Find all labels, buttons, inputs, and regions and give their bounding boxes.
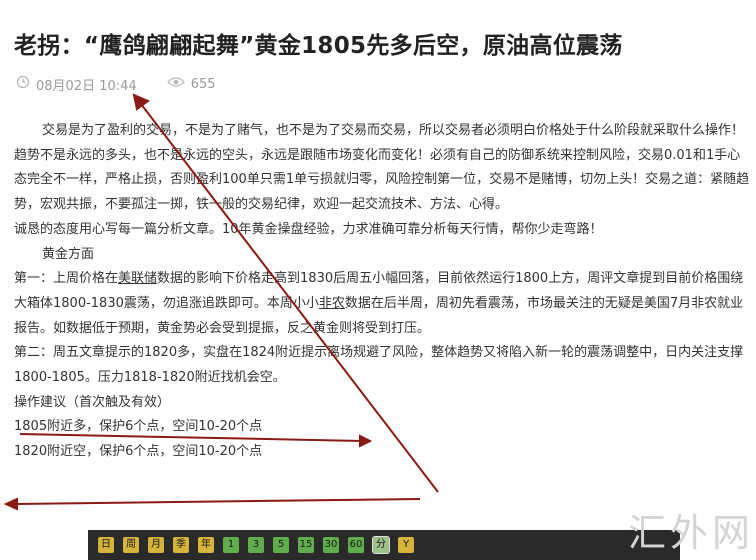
period-button[interactable]: 30 [323, 537, 339, 553]
period-button[interactable]: 15 [298, 537, 314, 553]
chart-period-toolbar: 日周月季年 1 3 5 15 30 60 分 Y [88, 530, 680, 560]
intro-paragraph: 交易是为了盈利的交易，不是为了赌气，也不是为了交易而交易，所以交易者必须明白价格… [14, 123, 750, 213]
diagonal-arrowhead [132, 93, 151, 111]
publish-date: 08月02日 10:44 [36, 78, 137, 94]
clock-icon [16, 75, 30, 93]
eye-icon [166, 76, 185, 92]
article-body: 交易是为了盈利的交易，不是为了赌气，也不是为了交易而交易，所以交易者必须明白价格… [14, 119, 750, 465]
period-button[interactable]: 年 [198, 537, 214, 553]
bottom-arrowhead [3, 497, 18, 511]
sincere-paragraph: 诚恳的态度用心写每一篇分析文章。10年黄金操盘经验，力求准确可靠分析每天行情，帮… [14, 221, 603, 237]
period-button[interactable]: 日 [98, 537, 114, 553]
period-button[interactable]: 季 [173, 537, 189, 553]
period-button[interactable]: 60 [348, 537, 364, 553]
period-button[interactable]: 3 [248, 537, 264, 553]
bottom-arrow-line [15, 498, 421, 505]
point-one-paragraph: 第一：上周价格在美联储数据的影响下价格走高到1830后周五小幅回落，目前依然运行… [14, 267, 750, 341]
article-meta: 08月02日 10:44 655 [16, 74, 216, 94]
advice-line-long: 1805附近多，保护6个点，空间10-20个点 [14, 419, 263, 435]
fed-link[interactable]: 美联储 [118, 271, 157, 286]
advice-line-short: 1820附近空，保护6个点，空间10-20个点 [14, 444, 263, 460]
period-button[interactable]: 分 [372, 536, 390, 554]
gold-heading: 黄金方面 [42, 246, 95, 262]
point-one-text-a: 第一：上周价格在 [14, 271, 119, 287]
article-title: 老拐：“鹰鸽翩翩起舞”黄金1805先多后空，原油高位震荡 [14, 33, 623, 59]
period-button[interactable]: 周 [123, 537, 139, 553]
view-count: 655 [190, 76, 216, 92]
nonfarm-link[interactable]: 非农 [319, 296, 345, 311]
advice-heading: 操作建议（首次触及有效） [14, 394, 171, 410]
watermark: 汇外网 [628, 511, 755, 555]
point-two-paragraph: 第二：周五文章提示的1820多，实盘在1824附近提示离场规避了风险，整体趋势又… [14, 345, 744, 386]
period-button[interactable]: 5 [273, 537, 289, 553]
period-button[interactable]: 月 [148, 537, 164, 553]
period-button[interactable]: 1 [223, 537, 239, 553]
period-button[interactable]: Y [398, 537, 414, 553]
